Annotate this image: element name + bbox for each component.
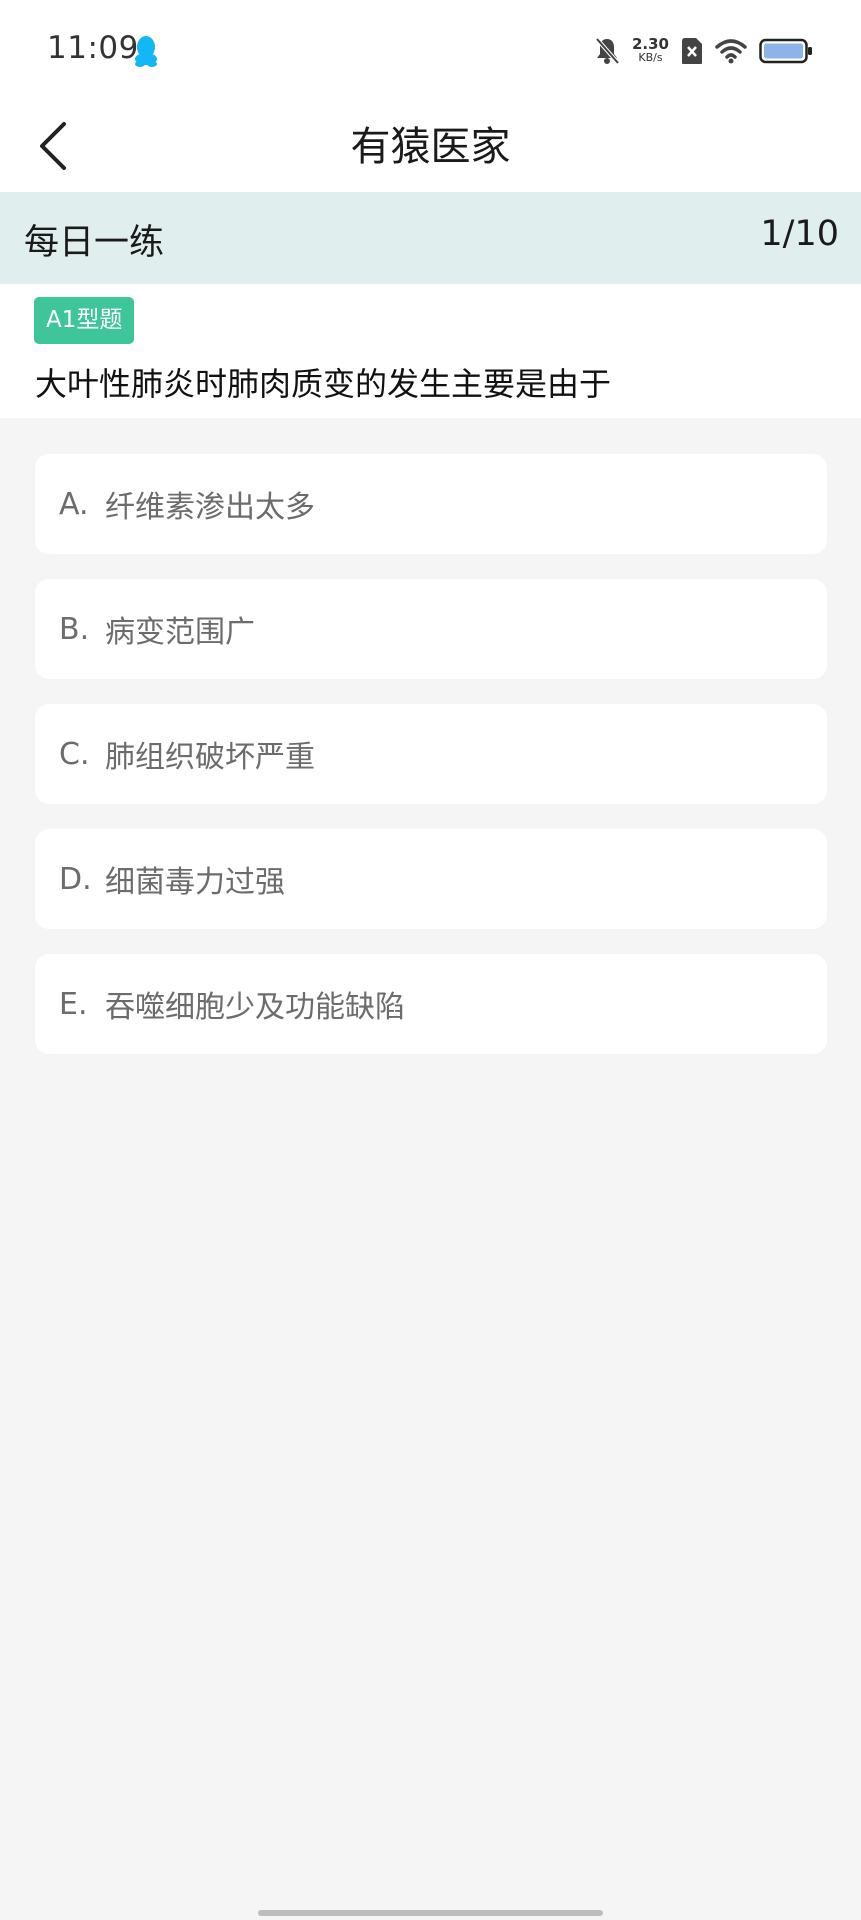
option-a[interactable]: A. 纤维素渗出太多	[35, 454, 827, 554]
option-letter: D.	[59, 861, 92, 897]
question-progress: 1/10	[760, 214, 839, 254]
option-letter: C.	[59, 736, 90, 772]
option-text: 病变范围广	[105, 615, 255, 650]
net-speed-unit: KB/s	[638, 51, 663, 64]
option-text: 纤维素渗出太多	[105, 490, 315, 525]
net-speed-value: 2.30	[631, 35, 669, 53]
option-d[interactable]: D. 细菌毒力过强	[35, 829, 827, 929]
question-text: 大叶性肺炎时肺肉质变的发生主要是由于	[35, 365, 612, 403]
options-list: A. 纤维素渗出太多 B. 病变范围广 C. 肺组织破坏严重 D. 细菌毒力过强…	[35, 454, 827, 1079]
status-time: 11:09	[47, 30, 139, 66]
wifi-icon	[715, 39, 747, 64]
option-b[interactable]: B. 病变范围广	[35, 579, 827, 679]
option-letter: A.	[59, 486, 89, 522]
bell-muted-icon	[595, 37, 620, 65]
status-bar: 11:09 2.30 KB/s	[0, 0, 861, 100]
option-letter: B.	[59, 611, 90, 647]
qq-icon	[135, 36, 157, 67]
option-e[interactable]: E. 吞噬细胞少及功能缺陷	[35, 954, 827, 1054]
status-icons: 2.30 KB/s	[594, 32, 813, 70]
option-text: 肺组织破坏严重	[105, 740, 315, 775]
home-indicator[interactable]	[258, 1910, 603, 1916]
practice-title: 每日一练	[24, 223, 165, 263]
sim-off-icon	[682, 38, 702, 64]
option-text: 吞噬细胞少及功能缺陷	[105, 990, 405, 1025]
question-area: A1型题 大叶性肺炎时肺肉质变的发生主要是由于	[0, 284, 861, 418]
option-c[interactable]: C. 肺组织破坏严重	[35, 704, 827, 804]
nav-bar: 有猿医家	[0, 100, 861, 192]
battery-icon	[759, 38, 812, 64]
practice-header: 每日一练 1/10	[0, 192, 861, 284]
question-type-badge: A1型题	[34, 297, 135, 344]
page-title: 有猿医家	[350, 124, 511, 170]
net-speed: 2.30 KB/s	[631, 35, 669, 65]
option-text: 细菌毒力过强	[105, 865, 285, 900]
option-letter: E.	[59, 986, 88, 1022]
